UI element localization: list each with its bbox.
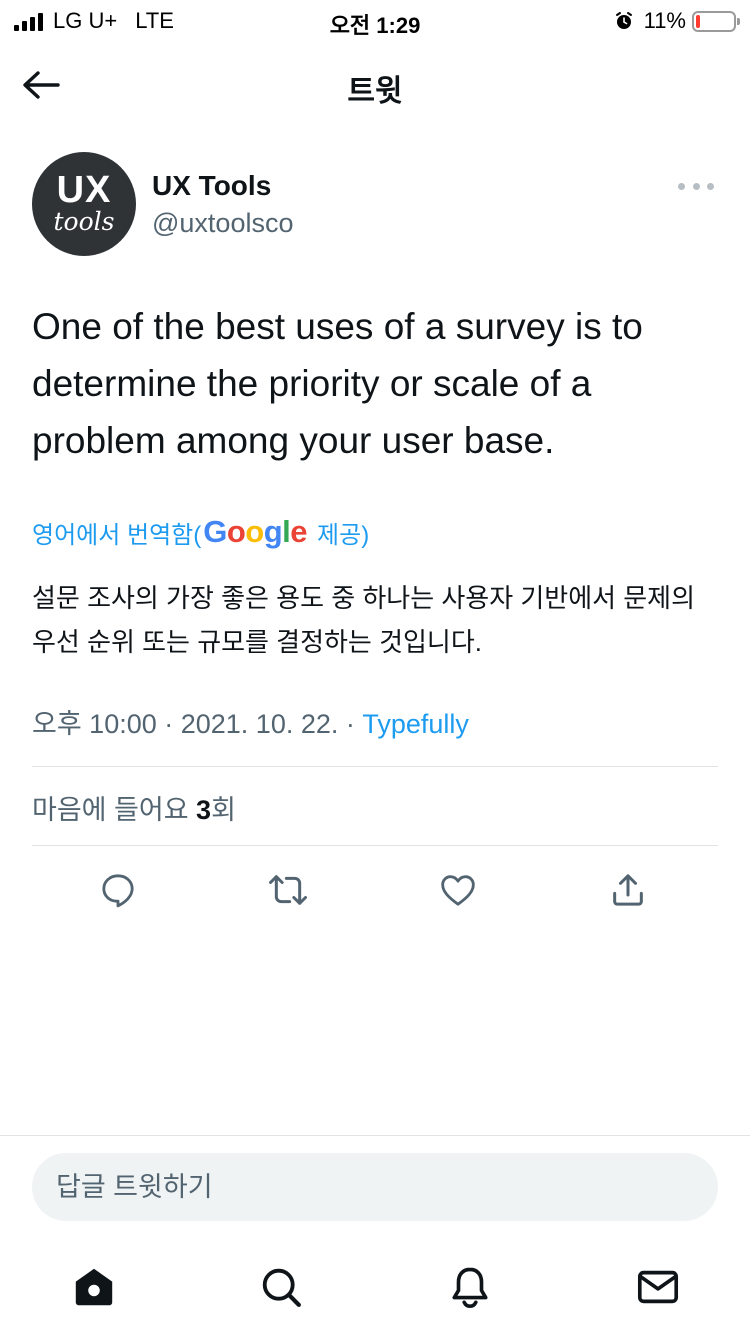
bottom-tab-bar — [0, 1245, 750, 1334]
tab-search[interactable] — [255, 1261, 307, 1313]
reply-box[interactable] — [32, 1153, 718, 1221]
like-button[interactable] — [434, 866, 482, 914]
tweet-timestamp: 오후 10:00 · 2021. 10. 22. · — [32, 709, 363, 739]
avatar[interactable]: UX tools — [32, 152, 136, 256]
retweet-button[interactable] — [264, 866, 312, 914]
battery-percent: 11% — [643, 8, 686, 33]
tweet-source-link[interactable]: Typefully — [362, 709, 469, 739]
likes-prefix: 마음에 들어요 — [32, 795, 197, 825]
battery-icon — [692, 10, 740, 32]
translated-text: 설문 조사의 가장 좋은 용도 중 하나는 사용자 기반에서 문제의 우선 순위… — [32, 583, 696, 657]
divider — [32, 845, 718, 846]
likes-count-row[interactable]: 마음에 들어요 3회 — [32, 788, 236, 827]
tweet-action-bar — [32, 862, 718, 918]
alarm-icon — [615, 12, 632, 29]
author-handle[interactable]: @uxtoolsco — [152, 208, 293, 239]
tab-notifications[interactable] — [444, 1261, 496, 1313]
translation-attribution[interactable]: 영어에서 번역함( Google 제공) — [32, 512, 369, 552]
mail-icon — [637, 1270, 679, 1304]
tab-home[interactable] — [68, 1261, 120, 1313]
bell-icon — [452, 1267, 488, 1308]
divider — [32, 766, 718, 767]
reply-input[interactable] — [56, 1153, 696, 1221]
likes-suffix: 회 — [211, 795, 236, 825]
translation-suffix: 제공) — [317, 521, 370, 549]
reply-icon — [102, 874, 134, 908]
share-button[interactable] — [604, 866, 652, 914]
search-icon — [262, 1268, 301, 1307]
translation-prefix: 영어에서 번역함( — [32, 521, 202, 549]
page-title: 트윗 — [347, 75, 403, 108]
reply-composer — [0, 1135, 750, 1245]
reply-button[interactable] — [94, 866, 142, 914]
retweet-icon — [269, 875, 307, 905]
heart-icon — [441, 875, 475, 906]
likes-count: 3 — [196, 795, 212, 825]
status-bar: LG U+ LTE 오전 1:29 11% — [0, 0, 750, 42]
tab-messages[interactable] — [632, 1261, 684, 1313]
author-name[interactable]: UX Tools — [152, 170, 271, 202]
avatar-text-ux: UX — [56, 169, 112, 211]
status-right: 11% — [614, 8, 740, 34]
battery-fill — [696, 14, 700, 28]
tweet-header: UX tools UX Tools @uxtoolsco — [32, 152, 718, 258]
google-logo: Google — [203, 514, 308, 549]
tweet-meta: 오후 10:00 · 2021. 10. 22. · Typefully — [32, 702, 469, 741]
avatar-text-tools: tools — [53, 207, 115, 236]
more-options-icon[interactable] — [678, 180, 714, 192]
home-icon — [75, 1268, 113, 1306]
share-icon — [613, 874, 643, 906]
tweet-text: One of the best uses of a survey is to d… — [32, 306, 643, 461]
top-nav: 트윗 — [0, 42, 750, 126]
